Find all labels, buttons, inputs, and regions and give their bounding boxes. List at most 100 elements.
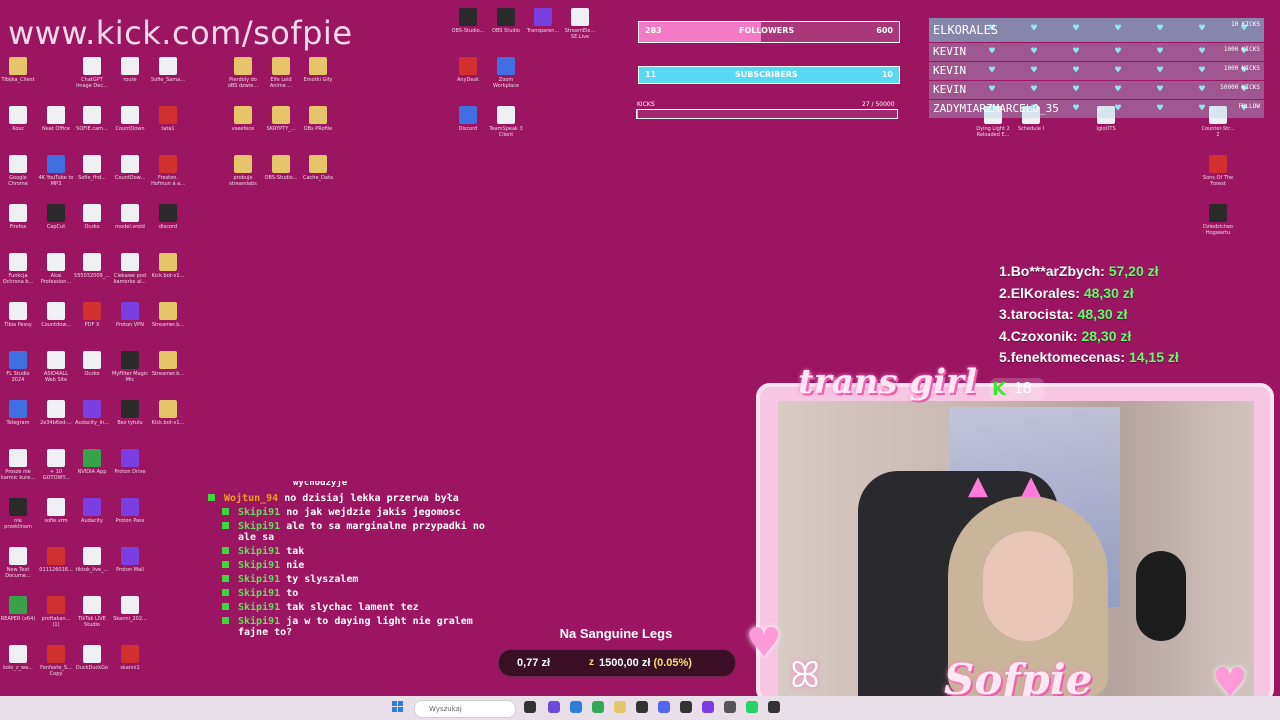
desktop-icon[interactable]: New Text Docume... xyxy=(0,547,36,579)
file-explorer-icon[interactable] xyxy=(614,701,626,713)
taskbar: Wyszukaj xyxy=(0,696,1280,720)
desktop-icon[interactable]: skanni1 xyxy=(112,645,148,671)
desktop-icon[interactable]: MyFilter Magic Mic xyxy=(112,351,148,383)
desktop-icon[interactable]: REAPER (x64) xyxy=(0,596,36,622)
desktop-icon[interactable]: Firefox xyxy=(0,204,36,230)
desktop-icon[interactable]: sofie.vrm xyxy=(38,498,74,524)
desktop-icon[interactable]: Funkcja Ochrona b... xyxy=(0,253,36,285)
desktop-icon[interactable]: Fenfaste_S... Copy xyxy=(38,645,74,677)
desktop-icon[interactable]: Zoom Workplace xyxy=(488,57,524,89)
desktop-icon[interactable]: CountDown xyxy=(112,106,148,132)
desktop-icon[interactable]: vseefece xyxy=(225,106,261,132)
heart-icon: ♥ xyxy=(1115,65,1122,76)
desktop-icon[interactable]: 2e34b6ed-... xyxy=(38,400,74,426)
desktop-icon[interactable]: NVIDIA App xyxy=(74,449,110,475)
desktop-icon[interactable]: Audacity_In... xyxy=(74,400,110,426)
desktop-icon[interactable]: Oczko xyxy=(74,204,110,230)
desktop-icon[interactable]: Bez tytułu xyxy=(112,400,148,426)
desktop-icon[interactable]: SKRYPTY_... xyxy=(263,106,299,132)
desktop-icon[interactable]: Neat Office xyxy=(38,106,74,132)
desktop-icon[interactable]: Tibia Pessy xyxy=(0,302,36,328)
desktop-icon[interactable]: Freston. Hofmun á a... xyxy=(150,155,186,187)
whatsapp-icon[interactable] xyxy=(746,701,758,713)
desktop-icon[interactable]: CapCut xyxy=(38,204,74,230)
app-icon[interactable] xyxy=(680,701,692,713)
desktop-icon[interactable]: + 10 GOTOWY... xyxy=(38,449,74,481)
desktop-icon[interactable]: PDF X xyxy=(74,302,110,328)
desktop-icon[interactable]: Streamer.b... xyxy=(150,351,186,377)
desktop-icon[interactable]: Proton Drive xyxy=(112,449,148,475)
obs-icon[interactable] xyxy=(636,701,648,713)
desktop-icon[interactable]: kolo_z_wa... xyxy=(0,645,36,671)
desktop-icon[interactable]: OBS-Studio... xyxy=(450,8,486,34)
desktop-icon[interactable]: FL Studio 2024 xyxy=(0,351,36,383)
app-icon[interactable] xyxy=(702,701,714,713)
desktop-icon[interactable]: Pierdoly do oBS dzwie... xyxy=(225,57,261,89)
desktop-icon[interactable]: Audacity xyxy=(74,498,110,524)
desktop-icon[interactable]: route xyxy=(112,57,148,83)
file-icon xyxy=(47,253,65,271)
discord-icon[interactable] xyxy=(658,701,670,713)
desktop-icon[interactable]: Prosze nie karmic kure... xyxy=(0,449,36,481)
file-icon xyxy=(83,57,101,75)
app-icon[interactable] xyxy=(548,701,560,713)
desktop-icon[interactable]: ChatGPT Image Dec... xyxy=(74,57,110,89)
desktop-icon[interactable]: TikTok LIVE Studio xyxy=(74,596,110,628)
chrome-icon[interactable] xyxy=(592,701,604,713)
desktop-icon[interactable]: Countdow... xyxy=(38,302,74,328)
desktop-icon[interactable]: Kick.bot-v1... xyxy=(150,253,186,279)
app-icon[interactable] xyxy=(768,701,780,713)
desktop-icon[interactable]: DuckDuckGo xyxy=(74,645,110,671)
desktop-icon-label: CountDown xyxy=(115,126,145,132)
desktop-icon[interactable]: Proton VPN xyxy=(112,302,148,328)
desktop-icon[interactable]: Discord xyxy=(450,106,486,132)
taskbar-search-input[interactable]: Wyszukaj xyxy=(414,700,516,718)
desktop-icon[interactable]: Ciekawe pod kamerke al... xyxy=(112,253,148,285)
app-icon[interactable] xyxy=(724,701,736,713)
desktop-icon[interactable]: Tibijka_Client xyxy=(0,57,36,83)
desktop-icon[interactable]: Sofie_Sama... xyxy=(150,57,186,83)
desktop-icon[interactable]: tata1 xyxy=(150,106,186,132)
desktop-icon[interactable]: Kick.bot-v1... xyxy=(150,400,186,426)
desktop-icon[interactable]: 4K YouTube to MP3 xyxy=(38,155,74,187)
desktop-icon[interactable]: Elfe Leid Anime ... xyxy=(263,57,299,89)
desktop-icon[interactable]: 011126016... xyxy=(38,547,74,573)
desktop-icon[interactable]: nie przeklinam xyxy=(0,498,36,530)
desktop-icon[interactable]: Sofie_fhd... xyxy=(74,155,110,181)
task-view-icon[interactable] xyxy=(524,701,536,713)
desktop-icon[interactable]: tiktok_live_... xyxy=(74,547,110,573)
desktop-icon[interactable]: AnyDesk xyxy=(450,57,486,83)
desktop-icon[interactable]: Kosz xyxy=(0,106,36,132)
desktop-icon[interactable]: Transparen... xyxy=(525,8,561,34)
desktop-icon[interactable]: 555032009_... xyxy=(74,253,110,279)
desktop-icon[interactable]: proftakan... (1) xyxy=(38,596,74,628)
desktop-icon[interactable]: Dziedzictwo Hogwartu xyxy=(1200,204,1236,236)
desktop-icon[interactable]: SOFIE.cam... xyxy=(74,106,110,132)
desktop-icon[interactable]: OBS-Studio... xyxy=(263,155,299,181)
desktop-icon[interactable]: discord xyxy=(150,204,186,230)
windows-start-icon[interactable] xyxy=(392,701,404,713)
desktop-icon[interactable]: ASIO4ALL Web Site xyxy=(38,351,74,383)
desktop-icon[interactable]: Akai Profession... xyxy=(38,253,74,285)
desktop-icon[interactable]: Sons Of The Forest xyxy=(1200,155,1236,187)
desktop-icon[interactable]: Emotki Gify xyxy=(300,57,336,83)
desktop-icon[interactable]: probuje streamlabs xyxy=(225,155,261,187)
desktop-icon[interactable]: Telegram xyxy=(0,400,36,426)
desktop-icon[interactable]: Proton Pass xyxy=(112,498,148,524)
leaderboard-rank: 5. xyxy=(999,349,1011,365)
desktop-icon[interactable]: OBS Studio xyxy=(488,8,524,34)
desktop-icon[interactable]: TeamSpeak 3 Client xyxy=(488,106,524,138)
desktop-icon[interactable]: StreamEle... SE.Live xyxy=(562,8,598,40)
file-icon xyxy=(47,351,65,369)
desktop-icon[interactable]: OBs PRofile xyxy=(300,106,336,132)
desktop-icon[interactable]: Google Chrome xyxy=(0,155,36,187)
desktop-icon[interactable]: Cache_Data xyxy=(300,155,336,181)
desktop-icon[interactable]: Skanni_202... xyxy=(112,596,148,622)
app-icon[interactable] xyxy=(570,701,582,713)
desktop-icon-label: Audacity xyxy=(81,518,103,524)
desktop-icon[interactable]: Oczko xyxy=(74,351,110,377)
desktop-icon[interactable]: Streamer.b... xyxy=(150,302,186,328)
desktop-icon[interactable]: Proton Mail xyxy=(112,547,148,573)
desktop-icon[interactable]: model.vroid xyxy=(112,204,148,230)
desktop-icon[interactable]: CountDow... xyxy=(112,155,148,181)
